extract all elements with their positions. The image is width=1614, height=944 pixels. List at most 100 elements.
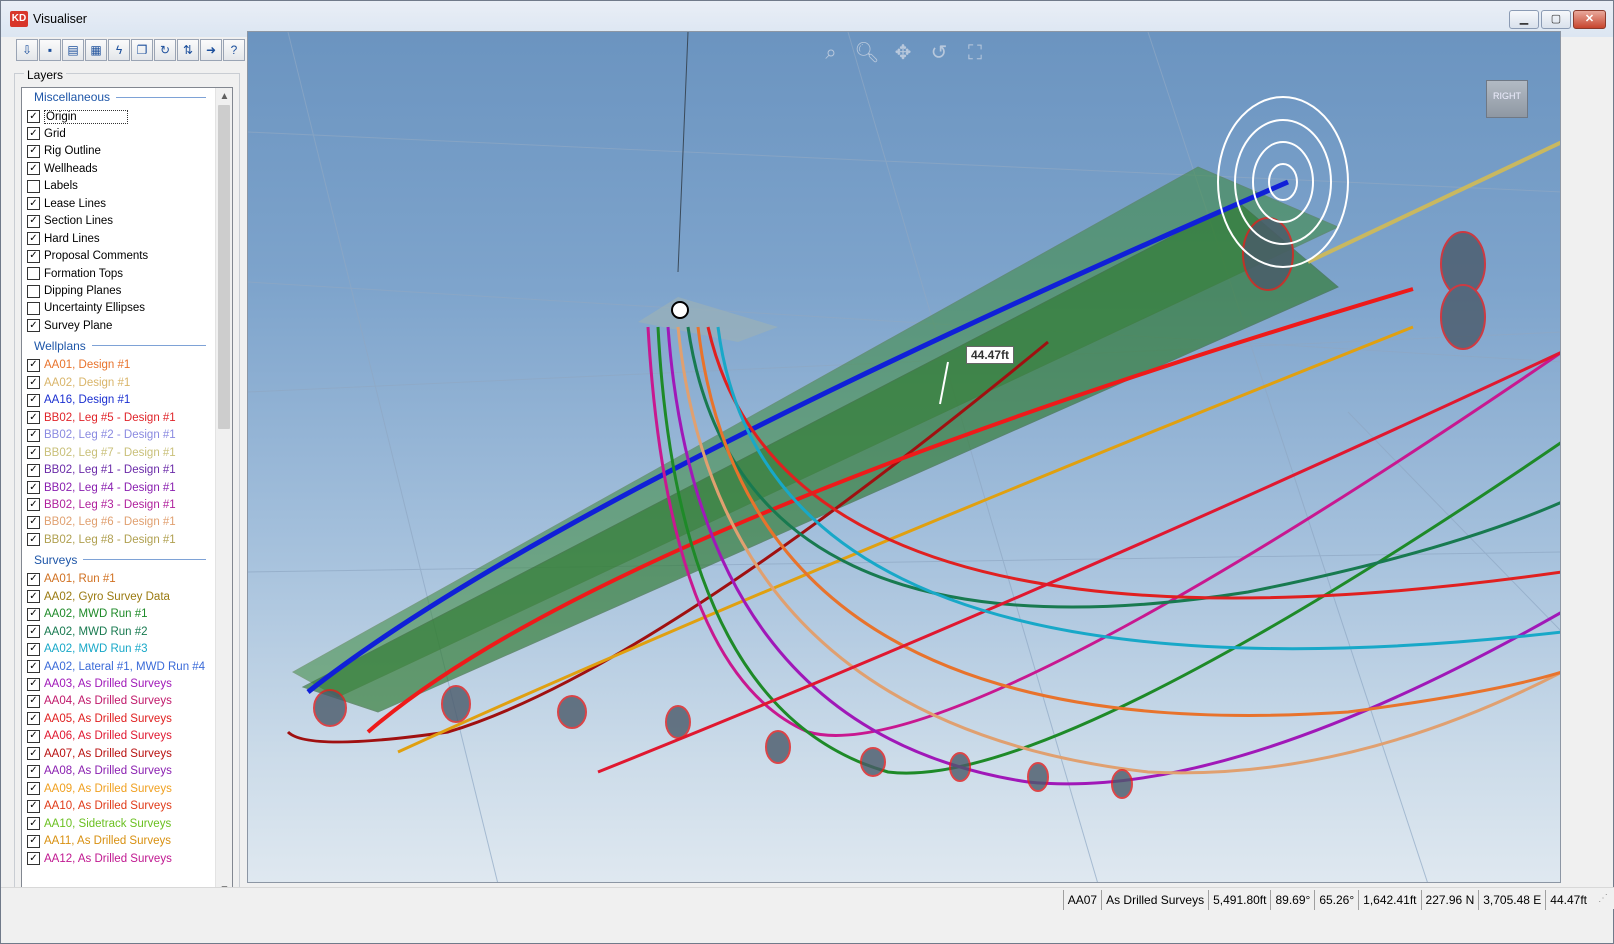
export-icon[interactable]: ➜	[200, 39, 222, 61]
layer-item[interactable]: ✓ AA03, As Drilled Surveys	[27, 676, 172, 693]
layer-checkbox[interactable]: ✓	[27, 127, 40, 141]
layer-item[interactable]: ✓ AA02, MWD Run #2	[27, 623, 148, 640]
layer-item[interactable]: ✓ Grid	[27, 125, 66, 142]
layer-checkbox[interactable]: ✓	[27, 747, 40, 761]
layer-item[interactable]: ✓ AA16, Design #1	[27, 392, 130, 409]
layer-item[interactable]: ✓ AA04, As Drilled Surveys	[27, 693, 172, 710]
layer-checkbox[interactable]: ✓	[27, 677, 40, 691]
maximize-button[interactable]: ▢	[1541, 10, 1571, 29]
layer-item[interactable]: ✓ AA09, As Drilled Surveys	[27, 780, 172, 797]
save-icon[interactable]: ▪	[39, 39, 61, 61]
layer-item[interactable]: ✓ Rig Outline	[27, 143, 101, 160]
layer-item[interactable]: Dipping Planes	[27, 283, 121, 300]
layer-checkbox[interactable]: ✓	[27, 232, 40, 246]
layer-item[interactable]: ✓ AA07, As Drilled Surveys	[27, 745, 172, 762]
layer-item[interactable]: ✓ Lease Lines	[27, 195, 106, 212]
layer-item[interactable]: ✓ AA06, As Drilled Surveys	[27, 728, 172, 745]
scroll-up-icon[interactable]: ▲	[216, 88, 232, 105]
layer-checkbox[interactable]: ✓	[27, 376, 40, 390]
layer-checkbox[interactable]: ✓	[27, 642, 40, 656]
layer-checkbox[interactable]: ✓	[27, 446, 40, 460]
layer-checkbox[interactable]: ✓	[27, 694, 40, 708]
zoom-icon[interactable]: 🔍︎	[854, 40, 880, 66]
calculator-icon[interactable]: ▦	[85, 39, 107, 61]
layer-checkbox[interactable]: ✓	[27, 481, 40, 494]
swap-icon[interactable]: ⇅	[177, 39, 199, 61]
layer-checkbox[interactable]: ✓	[27, 249, 40, 263]
layer-checkbox[interactable]: ✓	[27, 162, 40, 176]
layer-item[interactable]: ✓ BB02, Leg #1 - Design #1	[27, 462, 176, 479]
layer-item[interactable]: Uncertainty Ellipses	[27, 300, 145, 317]
layer-item[interactable]: ✓ AA11, As Drilled Surveys	[27, 833, 171, 850]
layer-item[interactable]: ✓ BB02, Leg #3 - Design #1	[27, 496, 176, 513]
close-button[interactable]: ✕	[1573, 10, 1606, 29]
layer-item[interactable]: ✓ AA05, As Drilled Surveys	[27, 710, 172, 727]
layer-checkbox[interactable]: ✓	[27, 834, 40, 848]
layer-checkbox[interactable]: ✓	[27, 590, 40, 604]
layer-item[interactable]: ✓ AA12, As Drilled Surveys	[27, 850, 172, 867]
layer-checkbox[interactable]: ✓	[27, 358, 40, 372]
layer-checkbox[interactable]	[27, 267, 40, 281]
copy-icon[interactable]: ❐	[131, 39, 153, 61]
rotate-icon[interactable]: ↺	[926, 40, 952, 66]
layer-item[interactable]: ✓ Proposal Comments	[27, 248, 148, 265]
layer-item[interactable]: Formation Tops	[27, 265, 123, 282]
layer-checkbox[interactable]: ✓	[27, 782, 40, 796]
layer-checkbox[interactable]: ✓	[27, 764, 40, 778]
layer-checkbox[interactable]: ✓	[27, 572, 40, 586]
layer-checkbox[interactable]: ✓	[27, 498, 40, 512]
layer-checkbox[interactable]: ✓	[27, 144, 40, 158]
layer-item[interactable]: ✓ AA01, Design #1	[27, 357, 130, 374]
layer-checkbox[interactable]: ✓	[27, 852, 40, 865]
layer-checkbox[interactable]: ✓	[27, 319, 40, 333]
layer-item[interactable]: ✓ AA08, As Drilled Surveys	[27, 763, 172, 780]
lightning-icon[interactable]: ϟ	[108, 39, 130, 61]
layers-list[interactable]: ▲ ▼ Miscellaneous ✓ Origin ✓ Grid ✓ Rig Outlin…	[21, 87, 233, 899]
layer-item[interactable]: ✓ AA02, Gyro Survey Data	[27, 588, 170, 605]
layer-checkbox[interactable]: ✓	[27, 515, 40, 529]
fullscreen-icon[interactable]: ⛶	[962, 40, 988, 66]
minimize-button[interactable]: ▁	[1509, 10, 1539, 29]
zoom-extents-icon[interactable]: ⌕	[818, 40, 844, 66]
layer-checkbox[interactable]: ✓	[27, 712, 40, 726]
open-icon[interactable]: ▤	[62, 39, 84, 61]
layer-item[interactable]: ✓ AA10, Sidetrack Surveys	[27, 815, 171, 832]
layers-scrollbar[interactable]: ▲ ▼	[215, 88, 232, 898]
import-icon[interactable]: ⇩	[16, 39, 38, 61]
layer-item[interactable]: ✓ AA02, MWD Run #1	[27, 606, 148, 623]
layer-checkbox[interactable]	[27, 301, 40, 315]
layer-checkbox[interactable]: ✓	[27, 197, 40, 211]
layer-checkbox[interactable]: ✓	[27, 625, 40, 639]
layer-item[interactable]: ✓ BB02, Leg #6 - Design #1	[27, 514, 176, 531]
layer-checkbox[interactable]: ✓	[27, 660, 40, 674]
layer-checkbox[interactable]	[27, 284, 40, 298]
3d-viewport[interactable]: ⌕ 🔍︎ ✥ ↺ ⛶ RIGHT 44.47ft	[247, 31, 1561, 883]
layer-checkbox[interactable]: ✓	[27, 463, 40, 477]
layer-item[interactable]: ✓ AA02, Lateral #1, MWD Run #4	[27, 658, 205, 675]
layer-checkbox[interactable]: ✓	[27, 533, 40, 547]
layer-item[interactable]: ✓ Wellheads	[27, 160, 98, 177]
layer-item[interactable]: ✓ Hard Lines	[27, 230, 100, 247]
layer-item[interactable]: ✓ BB02, Leg #4 - Design #1	[27, 479, 176, 496]
scroll-thumb[interactable]	[218, 105, 230, 429]
layer-item[interactable]: ✓ Origin	[27, 108, 128, 125]
layer-checkbox[interactable]: ✓	[27, 729, 40, 743]
navcube-face-right[interactable]: RIGHT	[1486, 80, 1528, 118]
layer-checkbox[interactable]: ✓	[27, 393, 40, 407]
layer-checkbox[interactable]: ✓	[27, 110, 40, 123]
layer-checkbox[interactable]: ✓	[27, 428, 40, 442]
help-icon[interactable]: ?	[223, 39, 245, 61]
layer-item[interactable]: ✓ BB02, Leg #7 - Design #1	[27, 444, 176, 461]
navigation-cube[interactable]: RIGHT	[1448, 62, 1558, 152]
pan-icon[interactable]: ✥	[890, 40, 916, 66]
resize-grip-icon[interactable]: ⋰	[1598, 893, 1612, 907]
layer-item[interactable]: ✓ AA01, Run #1	[27, 571, 116, 588]
layer-item[interactable]: ✓ BB02, Leg #2 - Design #1	[27, 427, 176, 444]
layer-checkbox[interactable]: ✓	[27, 799, 40, 813]
layer-item[interactable]: ✓ AA02, MWD Run #3	[27, 641, 148, 658]
layer-item[interactable]: Labels	[27, 178, 78, 195]
layer-checkbox[interactable]: ✓	[27, 411, 40, 425]
layer-checkbox[interactable]: ✓	[27, 214, 40, 228]
layer-item[interactable]: ✓ AA02, Design #1	[27, 374, 130, 391]
layer-item[interactable]: ✓ BB02, Leg #5 - Design #1	[27, 409, 176, 426]
